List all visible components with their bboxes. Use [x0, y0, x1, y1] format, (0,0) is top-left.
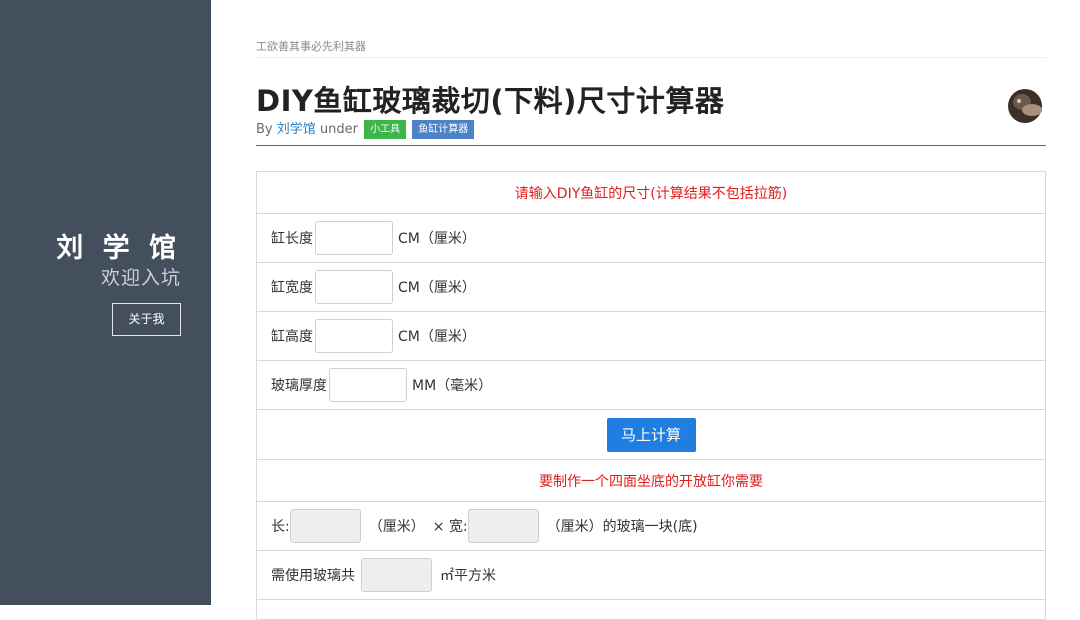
author-link[interactable]: 刘学馆	[277, 122, 316, 137]
avatar-icon[interactable]	[1002, 82, 1048, 128]
calculate-row: 马上计算	[256, 410, 1046, 460]
height-input[interactable]	[315, 319, 393, 353]
calculate-button[interactable]: 马上计算	[606, 417, 696, 452]
motto: 工欲善其事必先利其器	[256, 40, 366, 53]
width-unit: CM（厘米）	[398, 280, 476, 296]
result-heading: 要制作一个四面坐底的开放缸你需要	[539, 473, 763, 490]
length-unit: CM（厘米）	[398, 231, 476, 247]
tag-fish-tank-calculator[interactable]: 鱼缸计算器	[412, 120, 475, 139]
thickness-input[interactable]	[329, 368, 407, 402]
sidebar: 刘 学 馆 欢迎入坑 关于我	[0, 0, 211, 605]
tag-tools[interactable]: 小工具	[364, 120, 407, 139]
total-glass-label: 需使用玻璃共	[271, 568, 355, 584]
about-button[interactable]: 关于我	[112, 303, 181, 336]
site-subtitle: 欢迎入坑	[100, 267, 181, 289]
page-title: DIY鱼缸玻璃裁切(下料)尺寸计算器	[256, 84, 725, 118]
bottom-glass-row: 长: （厘米） × 宽: （厘米）的玻璃一块(底)	[256, 502, 1046, 551]
result-length-label: 长:	[271, 519, 290, 535]
width-label: 缸宽度	[271, 280, 313, 296]
by-label: By	[256, 122, 273, 137]
byline: By 刘学馆 under 小工具 鱼缸计算器	[256, 120, 475, 140]
calculator-prompt-row: 请输入DIY鱼缸的尺寸(计算结果不包括拉筋)	[256, 172, 1046, 214]
length-input[interactable]	[315, 221, 393, 255]
width-input[interactable]	[315, 270, 393, 304]
brand: 刘 学 馆 欢迎入坑	[56, 232, 181, 290]
height-unit: CM（厘米）	[398, 329, 476, 345]
result-length-unit: （厘米）	[368, 519, 425, 535]
thickness-unit: MM（毫米）	[412, 378, 493, 394]
result-heading-row: 要制作一个四面坐底的开放缸你需要	[256, 460, 1046, 502]
next-row	[256, 600, 1046, 620]
result-width-unit: （厘米）的玻璃一块(底)	[546, 519, 698, 535]
calculator-prompt: 请输入DIY鱼缸的尺寸(计算结果不包括拉筋)	[514, 185, 788, 202]
result-width-field	[467, 509, 539, 543]
total-glass-row: 需使用玻璃共 ㎡平方米	[256, 551, 1046, 600]
result-length-field	[289, 509, 361, 543]
length-row: 缸长度 CM（厘米）	[256, 214, 1046, 263]
width-row: 缸宽度 CM（厘米）	[256, 263, 1046, 312]
total-glass-field	[361, 558, 432, 592]
under-label: under	[319, 122, 358, 137]
total-glass-unit: ㎡平方米	[440, 568, 496, 584]
thickness-label: 玻璃厚度	[271, 378, 327, 394]
calculator-table: 请输入DIY鱼缸的尺寸(计算结果不包括拉筋) 缸长度 CM（厘米） 缸宽度 CM…	[256, 171, 1046, 620]
site-title[interactable]: 刘 学 馆	[56, 232, 181, 266]
divider	[256, 57, 1046, 58]
height-label: 缸高度	[271, 329, 313, 345]
thickness-row: 玻璃厚度 MM（毫米）	[256, 361, 1046, 410]
length-label: 缸长度	[271, 231, 313, 247]
height-row: 缸高度 CM（厘米）	[256, 312, 1046, 361]
result-width-label: × 宽:	[432, 519, 468, 535]
divider	[256, 145, 1046, 146]
